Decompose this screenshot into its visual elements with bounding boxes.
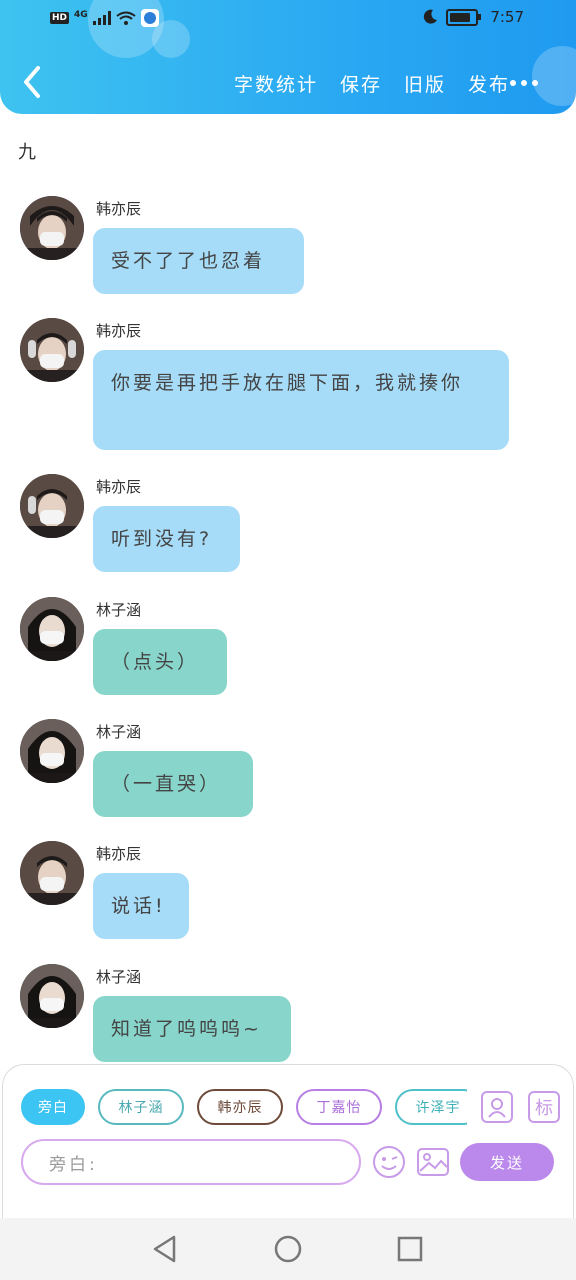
- message-bubble[interactable]: 说话!: [93, 873, 189, 939]
- message-bubble[interactable]: 听到没有?: [93, 506, 240, 572]
- avatar[interactable]: [20, 597, 84, 661]
- label-button[interactable]: 标: [528, 1091, 560, 1123]
- wifi-icon: [116, 11, 136, 25]
- avatar[interactable]: [20, 841, 84, 905]
- hd-badge: HD: [50, 12, 70, 24]
- role-chips: 旁白 林子涵 韩亦辰 丁嘉怡 许泽宇: [21, 1089, 467, 1127]
- status-bar: HD 4G 7:57: [0, 0, 576, 40]
- nav-recents-icon[interactable]: [395, 1234, 425, 1268]
- role-chip-dingjiayi[interactable]: 丁嘉怡: [296, 1089, 382, 1125]
- clock-time: 7:57: [490, 8, 524, 26]
- top-bar: HD 4G 7:57 字数统计 保存 旧版 发布: [0, 0, 576, 114]
- message-bubble[interactable]: （一直哭）: [93, 751, 253, 817]
- battery-icon: [446, 8, 482, 26]
- message-bubble[interactable]: 受不了了也忍着: [93, 228, 304, 294]
- avatar[interactable]: [20, 964, 84, 1028]
- role-manage-icon[interactable]: [481, 1091, 513, 1123]
- composer-panel: 旁白 林子涵 韩亦辰 丁嘉怡 许泽宇 标 旁白: 发送: [2, 1064, 574, 1220]
- sender-name: 林子涵: [96, 723, 142, 741]
- message-bubble[interactable]: 知道了呜呜呜~: [93, 996, 291, 1062]
- nav-back-icon[interactable]: [150, 1234, 180, 1268]
- sender-name: 韩亦辰: [96, 478, 142, 496]
- network-type: 4G: [74, 10, 88, 20]
- header-menu: 字数统计 保存 旧版 发布: [234, 70, 510, 97]
- message-bubble[interactable]: 你要是再把手放在腿下面，我就揍你: [93, 350, 509, 450]
- image-icon[interactable]: [416, 1145, 450, 1183]
- signal-icon: [92, 11, 111, 25]
- role-chip-hanyichen[interactable]: 韩亦辰: [197, 1089, 283, 1125]
- sender-name: 韩亦辰: [96, 200, 142, 218]
- sender-name: 韩亦辰: [96, 845, 142, 863]
- sender-name: 韩亦辰: [96, 322, 142, 340]
- avatar[interactable]: [20, 196, 84, 260]
- role-chip-narration[interactable]: 旁白: [21, 1089, 85, 1125]
- moon-icon: [424, 9, 438, 24]
- system-nav-bar: [0, 1218, 576, 1280]
- send-button[interactable]: 发送: [460, 1143, 554, 1181]
- back-arrow-icon[interactable]: [18, 64, 48, 100]
- app-notification-icon: [140, 9, 159, 27]
- role-chip-linzihan[interactable]: 林子涵: [98, 1089, 184, 1125]
- nav-home-icon[interactable]: [273, 1234, 303, 1268]
- save-button[interactable]: 保存: [340, 70, 382, 97]
- sender-name: 林子涵: [96, 601, 142, 619]
- chapter-title: 九: [18, 142, 36, 163]
- avatar[interactable]: [20, 719, 84, 783]
- message-bubble[interactable]: （点头）: [93, 629, 227, 695]
- dialogue-input[interactable]: 旁白:: [21, 1139, 361, 1185]
- avatar[interactable]: [20, 318, 84, 382]
- old-version-button[interactable]: 旧版: [404, 70, 446, 97]
- avatar[interactable]: [20, 474, 84, 538]
- role-chip-xuzeyu[interactable]: 许泽宇: [395, 1089, 467, 1125]
- decor-bubble: [532, 46, 576, 106]
- more-dots-icon[interactable]: [510, 80, 538, 86]
- sender-name: 林子涵: [96, 968, 142, 986]
- emoji-icon[interactable]: [372, 1145, 406, 1183]
- word-count-button[interactable]: 字数统计: [234, 70, 318, 97]
- publish-button[interactable]: 发布: [468, 70, 510, 97]
